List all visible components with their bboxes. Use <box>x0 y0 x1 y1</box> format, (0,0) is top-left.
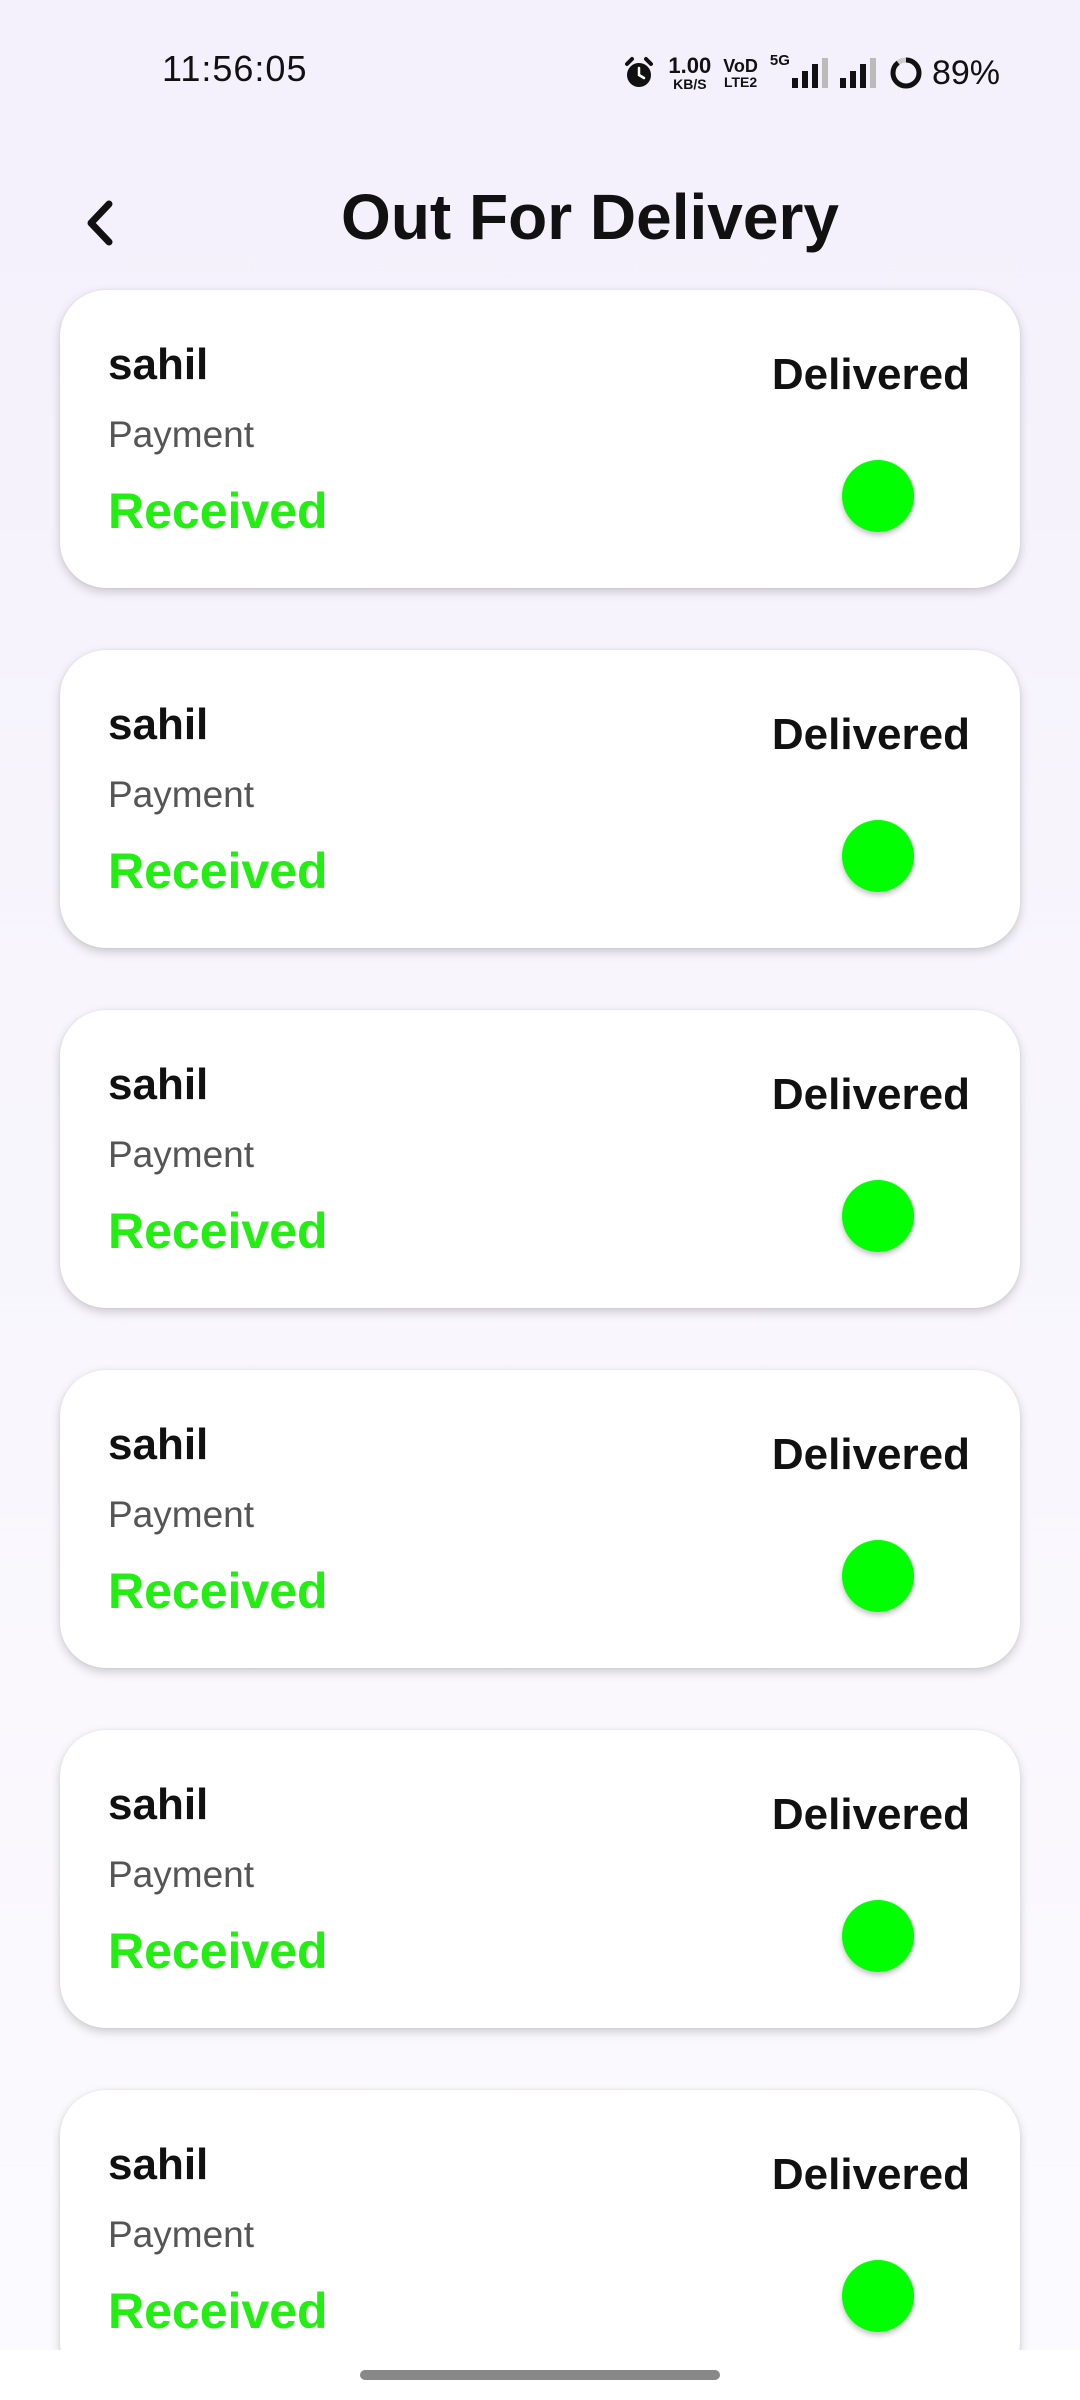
status-dot-icon <box>842 1540 914 1612</box>
status-bar: 11:56:05 1.00 KB/S VoD LTE2 5G 89% <box>0 0 1080 140</box>
volte-top-label: VoD <box>723 56 758 76</box>
delivery-status: Delivered <box>771 1790 970 1839</box>
payment-status: Received <box>108 843 328 899</box>
customer-name: sahil <box>108 1060 209 1109</box>
order-card[interactable]: sahil Payment Received Delivered <box>60 650 1020 948</box>
payment-label: Payment <box>108 414 255 455</box>
battery-percent: 89% <box>931 53 1000 92</box>
network-speed-value: 1.00 <box>668 53 712 78</box>
payment-label: Payment <box>108 1494 255 1535</box>
payment-status: Received <box>108 483 328 539</box>
payment-status: Received <box>108 1563 328 1619</box>
payment-status: Received <box>108 2283 328 2339</box>
app-header: Out For Delivery <box>0 170 1080 280</box>
customer-name: sahil <box>108 340 209 389</box>
payment-label: Payment <box>108 1134 255 1175</box>
payment-status: Received <box>108 1203 328 1259</box>
customer-name: sahil <box>108 1780 209 1829</box>
payment-status: Received <box>108 1923 328 1979</box>
network-speed-unit: KB/S <box>673 76 707 92</box>
order-card[interactable]: sahil Payment Received Delivered <box>60 1730 1020 2028</box>
signal-icon-sim2 <box>839 58 876 88</box>
delivery-status: Delivered <box>771 350 970 399</box>
delivery-status: Delivered <box>771 2150 970 2199</box>
status-dot-icon <box>842 1900 914 1972</box>
alarm-icon <box>622 56 656 90</box>
order-card[interactable]: sahil Payment Received Delivered <box>60 290 1020 588</box>
order-card[interactable]: sahil Payment Received Delivered <box>60 1010 1020 1308</box>
payment-label: Payment <box>108 2214 255 2255</box>
order-card[interactable]: sahil Payment Received Delivered <box>60 2090 1020 2350</box>
order-card[interactable]: sahil Payment Received Delivered <box>60 1370 1020 1668</box>
status-dot-icon <box>842 460 914 532</box>
status-dot-icon <box>842 820 914 892</box>
volte-indicator: VoD LTE2 <box>723 57 758 89</box>
status-dot-icon <box>842 1180 914 1252</box>
payment-label: Payment <box>108 774 255 815</box>
status-icons: 1.00 KB/S VoD LTE2 5G 89% <box>622 48 1000 98</box>
network-speed: 1.00 KB/S <box>668 53 712 92</box>
customer-name: sahil <box>108 1420 209 1469</box>
battery-ring-icon <box>888 55 924 91</box>
payment-label: Payment <box>108 1854 255 1895</box>
signal-icon-sim1 <box>791 58 828 88</box>
status-dot-icon <box>842 2260 914 2332</box>
navigation-bar <box>0 2350 1080 2400</box>
network-type-label: 5G <box>769 52 790 69</box>
volte-bottom-label: LTE2 <box>723 74 758 90</box>
delivery-status: Delivered <box>771 1430 970 1479</box>
page-title: Out For Delivery <box>341 181 839 253</box>
delivery-status: Delivered <box>771 710 970 759</box>
customer-name: sahil <box>108 2140 209 2189</box>
delivery-status: Delivered <box>771 1070 970 1119</box>
screen: 11:56:05 1.00 KB/S VoD LTE2 5G 89% Out F… <box>0 0 1080 2350</box>
customer-name: sahil <box>108 700 209 749</box>
home-indicator[interactable] <box>360 2370 720 2380</box>
status-time: 11:56:05 <box>162 48 308 89</box>
